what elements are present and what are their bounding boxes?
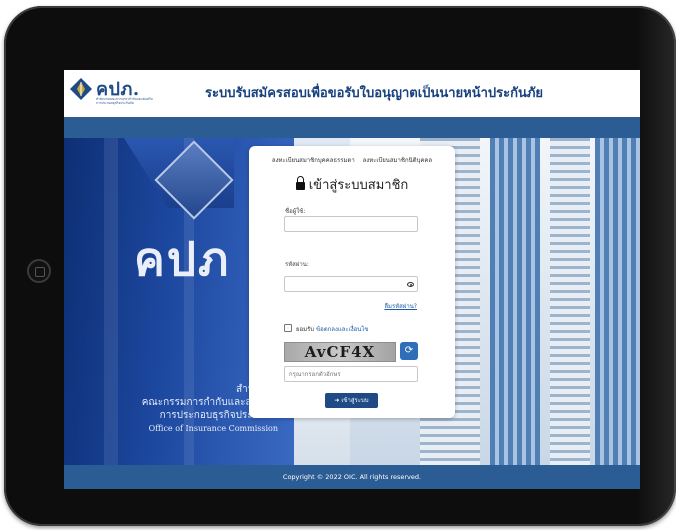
device-bezel-sheen <box>636 6 676 526</box>
login-title-text: เข้าสู่ระบบสมาชิก <box>308 178 409 193</box>
tower-glass <box>595 138 640 465</box>
caption-line: สำนักงาน <box>78 383 278 396</box>
building-logo-text: คปภ <box>134 232 231 286</box>
accept-terms-row: ยอมรับ ข้อตกลงและเงื่อนไข <box>284 324 368 334</box>
captcha-image: AvCF4X <box>284 342 396 362</box>
forgot-password-link[interactable]: ลืมรหัสผ่าน? <box>384 301 417 311</box>
accept-prefix: ยอมรับ <box>296 326 315 333</box>
tower <box>550 138 590 465</box>
nav-bar <box>64 117 640 138</box>
login-button-label: เข้าสู่ระบบ <box>341 397 369 404</box>
password-label: รหัสผ่าน: <box>285 261 309 268</box>
site-title: ระบบรับสมัครสอบเพื่อขอรับใบอนุญาตเป็นนาย… <box>205 86 544 101</box>
copyright-text: Copyright © 2022 OIC. All rights reserve… <box>282 473 422 481</box>
screen: คปภ. สำนักงานคณะกรรมการกำกับและส่งเสริม … <box>64 70 640 489</box>
register-links: ลงทะเบียนสมาชิกบุคคลธรรมดา ลงทะเบียนสมาช… <box>249 155 455 165</box>
terms-link[interactable]: ข้อตกลงและเงื่อนไข <box>316 326 368 333</box>
login-card: ลงทะเบียนสมาชิกบุคคลธรรมดา ลงทะเบียนสมาช… <box>249 146 455 418</box>
password-input[interactable] <box>284 276 418 292</box>
home-button[interactable] <box>27 259 51 283</box>
refresh-icon: ⟳ <box>404 345 414 356</box>
sign-in-icon: ➜ <box>334 397 340 404</box>
eye-icon[interactable] <box>407 282 414 287</box>
tablet-device: คปภ. สำนักงานคณะกรรมการกำกับและส่งเสริม … <box>4 6 676 526</box>
username-label: ชื่อผู้ใช้: <box>285 208 306 215</box>
accept-terms-checkbox[interactable] <box>284 324 292 332</box>
register-individual-link[interactable]: ลงทะเบียนสมาชิกบุคคลธรรมดา <box>272 157 355 164</box>
login-title: เข้าสู่ระบบสมาชิก <box>249 174 455 195</box>
captcha-input[interactable] <box>284 366 418 382</box>
refresh-captcha-button[interactable]: ⟳ <box>400 342 418 360</box>
username-input[interactable] <box>284 216 418 232</box>
footer: Copyright © 2022 OIC. All rights reserve… <box>64 465 640 489</box>
caption-english: Office of Insurance Commission <box>148 424 278 433</box>
logo-subtitle: สำนักงานคณะกรรมการกำกับและส่งเสริม การปร… <box>96 97 153 105</box>
caption-line: คณะกรรมการกำกับและส่งเสริม <box>141 397 278 408</box>
lock-icon <box>295 176 305 190</box>
site-header: คปภ. สำนักงานคณะกรรมการกำกับและส่งเสริม … <box>64 70 640 117</box>
login-button[interactable]: ➜ เข้าสู่ระบบ <box>325 393 378 408</box>
tower-glass <box>490 138 540 465</box>
register-juristic-link[interactable]: ลงทะเบียนสมาชิกนิติบุคคล <box>363 157 432 164</box>
oic-logo-icon <box>70 78 92 100</box>
caption-line: การประกอบธุรกิจประกันภัย <box>159 410 278 421</box>
building-caption: สำนักงาน คณะกรรมการกำกับและส่งเสริม การป… <box>78 383 278 435</box>
